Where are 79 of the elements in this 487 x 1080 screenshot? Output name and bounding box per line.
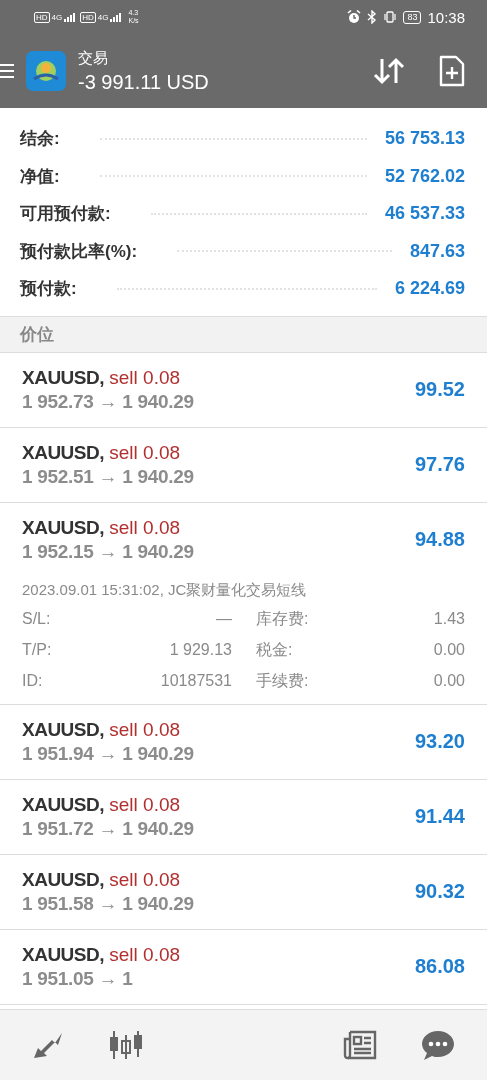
profit-value: 94.88 <box>414 528 465 551</box>
signal-icon <box>110 12 123 22</box>
order-comment: 2023.09.01 15:31:02, JC聚财量化交易短线 <box>22 579 308 600</box>
symbol: XAUUSD, <box>22 366 104 388</box>
detail-label: 库存费: <box>255 608 310 629</box>
account-label: 结余: <box>20 128 60 151</box>
vibrate-icon <box>383 11 398 23</box>
profit-value: 93.20 <box>414 730 465 753</box>
profit-value: 99.52 <box>414 378 465 401</box>
newspaper-icon[interactable] <box>343 1029 378 1061</box>
detail-value: 10187531 <box>159 670 232 691</box>
battery-indicator: 83 <box>403 10 422 24</box>
symbol: XAUUSD, <box>22 441 104 463</box>
account-label: 预付款: <box>20 278 77 301</box>
detail-label: T/P: <box>22 639 53 660</box>
account-value: 56 753.13 <box>384 128 465 150</box>
price-change: 1 952.15 → 1 940.29 <box>22 539 194 564</box>
section-title: 价位 <box>20 323 54 346</box>
position-row[interactable]: XAUUSD, sell 0.08 1 952.51 → 1 940.29 97.76 <box>0 427 487 503</box>
price-change: 1 951.72 → 1 940.29 <box>22 816 194 841</box>
network-type: 4G <box>51 12 63 22</box>
symbol: XAUUSD, <box>22 943 104 965</box>
position-row[interactable]: XAUUSD, sell 0.08 1 951.58 → 1 940.29 90.32 <box>0 854 487 930</box>
detail-value: 1 929.13 <box>168 639 232 660</box>
account-label: 可用预付款: <box>20 203 111 226</box>
profit-value: 90.32 <box>414 880 465 903</box>
menu-icon[interactable] <box>0 62 16 80</box>
sim-badge: HD <box>34 11 50 23</box>
price-change: 1 951.94 → 1 940.29 <box>22 741 194 766</box>
order-type: sell 0.08 <box>109 441 181 463</box>
price-change: 1 952.51 → 1 940.29 <box>22 464 194 489</box>
detail-value: 0.00 <box>433 670 465 691</box>
symbol: XAUUSD, <box>22 868 104 890</box>
sort-icon[interactable] <box>373 57 405 85</box>
symbol: XAUUSD, <box>22 793 104 815</box>
price-change: 1 951.05 → 1 <box>22 966 134 991</box>
detail-label: S/L: <box>22 608 52 629</box>
detail-value: 1.43 <box>433 608 465 629</box>
detail-value: 0.00 <box>433 639 465 660</box>
detail-value: — <box>215 608 232 629</box>
sim-badge: HD <box>80 11 96 23</box>
position-row[interactable]: XAUUSD, sell 0.08 1 951.72 → 1 940.29 91.44 <box>0 779 487 855</box>
app-logo-icon <box>26 51 66 91</box>
order-type: sell 0.08 <box>109 516 181 538</box>
detail-label: 税金: <box>255 639 294 660</box>
price-change: 1 952.73 → 1 940.29 <box>22 389 194 414</box>
account-value: 52 762.02 <box>384 165 465 187</box>
account-value: 847.63 <box>409 240 465 262</box>
order-type: sell 0.08 <box>109 366 181 388</box>
new-order-icon[interactable] <box>439 55 465 87</box>
order-type: sell 0.08 <box>109 718 181 740</box>
account-value: 6 224.69 <box>394 278 465 300</box>
alarm-icon <box>347 10 362 24</box>
position-row[interactable]: XAUUSD, sell 0.08 1 952.73 → 1 940.29 99.52 <box>0 352 487 428</box>
account-value: 46 537.33 <box>384 203 465 225</box>
clock: 10:38 <box>427 8 465 26</box>
floating-profit: -3 991.11 USD <box>78 70 210 95</box>
candlestick-icon[interactable] <box>108 1029 145 1061</box>
network-type: 4G <box>97 12 109 22</box>
position-row[interactable]: XAUUSD, sell 0.08 1 951.94 → 1 940.29 93.20 <box>0 704 487 780</box>
detail-label: 手续费: <box>255 670 310 691</box>
profit-value: 91.44 <box>414 805 465 828</box>
account-label: 预付款比率(%): <box>20 240 138 263</box>
order-type: sell 0.08 <box>109 868 181 890</box>
order-type: sell 0.08 <box>109 793 181 815</box>
symbol: XAUUSD, <box>22 718 104 740</box>
bluetooth-icon <box>367 10 378 24</box>
symbol: XAUUSD, <box>22 516 104 538</box>
profit-value: 97.76 <box>414 453 465 476</box>
profit-value: 86.08 <box>414 955 465 978</box>
chat-icon[interactable] <box>421 1029 456 1061</box>
signal-icon <box>64 12 77 22</box>
detail-label: ID: <box>22 670 44 691</box>
screen-title: 交易 <box>78 48 109 68</box>
position-row[interactable]: XAUUSD, sell 0.08 1 951.05 → 1 86.08 <box>0 929 487 1005</box>
price-change: 1 951.58 → 1 940.29 <box>22 891 194 916</box>
order-type: sell 0.08 <box>109 943 181 965</box>
position-row[interactable]: XAUUSD, sell 0.08 1 952.15 → 1 940.29 94.88 2023.09.01 15:31:02, JC聚财量化交易短线 S/L: — 库存费: 1.43 T/P: 1 929.13 税金: 0.00 ID: 10187531 手续费: 0.00 <box>0 502 487 705</box>
account-label: 净值: <box>20 165 60 188</box>
